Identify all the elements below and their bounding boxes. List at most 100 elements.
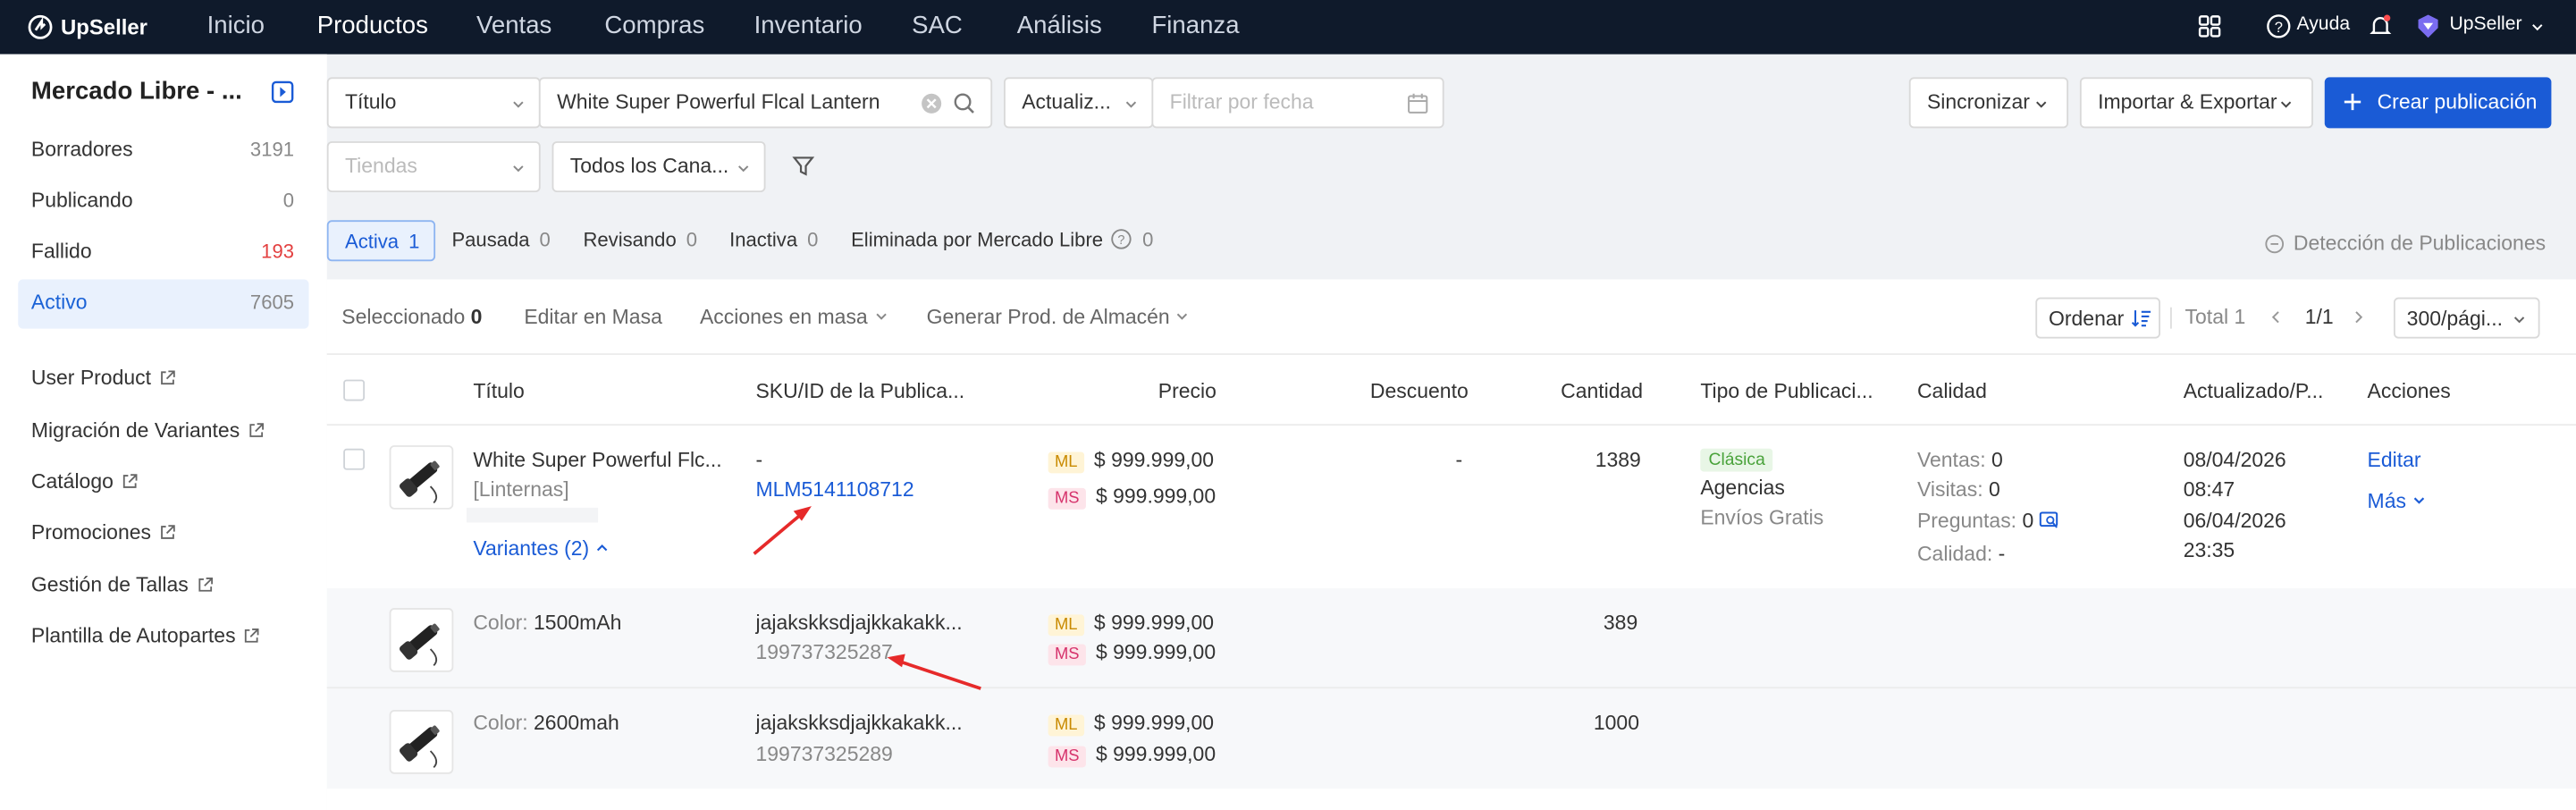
variant-thumbnail[interactable] bbox=[389, 710, 454, 774]
chevron-left-icon[interactable] bbox=[2269, 309, 2284, 325]
chevron-down-icon bbox=[738, 165, 749, 173]
nav-analisis[interactable]: Análisis bbox=[1017, 12, 1102, 39]
variant-attribute: Color: 2600mah bbox=[473, 712, 619, 735]
sidebar-item-fallido[interactable]: Fallido 193 bbox=[18, 228, 308, 277]
listing-detection-label: Detección de Publicaciones bbox=[2293, 232, 2547, 255]
brand-logo[interactable]: UpSeller bbox=[28, 12, 147, 43]
sidebar-link-autopartes[interactable]: Plantilla de Autopartes bbox=[31, 624, 260, 647]
nav-ventas[interactable]: Ventas bbox=[476, 12, 551, 39]
variant-sku: jajakskksdjajkkakakk... bbox=[755, 711, 963, 735]
chevron-right-icon[interactable] bbox=[2351, 309, 2366, 325]
store-select[interactable]: Tiendas bbox=[326, 141, 541, 193]
col-header-title[interactable]: Título bbox=[473, 380, 524, 403]
col-header-price[interactable]: Precio bbox=[1158, 380, 1216, 403]
quality-label: Visitas: bbox=[1916, 477, 1983, 502]
search-input[interactable]: White Super Powerful Flcal Lantern bbox=[538, 77, 993, 129]
chevron-down-icon bbox=[875, 313, 887, 320]
col-header-listing-type[interactable]: Tipo de Publicaci... bbox=[1700, 380, 1873, 403]
tab-eliminada[interactable]: Eliminada por Mercado Libre? 0 bbox=[851, 220, 1153, 261]
sidebar-link-promociones[interactable]: Promociones bbox=[31, 521, 176, 544]
col-header-updated[interactable]: Actualizado/P... bbox=[2184, 380, 2324, 403]
flashlight-image bbox=[400, 460, 440, 504]
page-size-select[interactable]: 300/pági... bbox=[2393, 297, 2540, 339]
col-header-quantity[interactable]: Cantidad bbox=[1561, 380, 1643, 403]
info-question-icon[interactable]: ? bbox=[1111, 228, 1132, 249]
notification-bell-icon[interactable] bbox=[2368, 13, 2394, 39]
date-type-select[interactable]: Actualiz... bbox=[1004, 77, 1154, 129]
variant-thumbnail[interactable] bbox=[389, 608, 454, 672]
sidebar-link-catalogo[interactable]: Catálogo bbox=[31, 470, 139, 493]
sidebar-item-activo[interactable]: Activo 7605 bbox=[18, 279, 309, 329]
help-icon[interactable]: ? bbox=[2266, 13, 2292, 39]
bulk-actions-dropdown[interactable]: Acciones en masa bbox=[700, 306, 888, 329]
variant-attribute-label: Color: bbox=[473, 611, 528, 635]
tab-label: Revisando bbox=[583, 228, 677, 252]
nav-inventario[interactable]: Inventario bbox=[754, 12, 863, 39]
bulk-edit-button[interactable]: Editar en Masa bbox=[524, 306, 662, 329]
total-count: Total 1 bbox=[2185, 305, 2246, 329]
variants-toggle[interactable]: Variantes (2) bbox=[473, 537, 610, 561]
nav-productos[interactable]: Productos bbox=[317, 12, 428, 39]
quality-label: Calidad: bbox=[1916, 542, 1993, 566]
channel-select[interactable]: Todos los Cana... bbox=[551, 141, 766, 193]
edit-button[interactable]: Editar bbox=[2368, 449, 2421, 472]
import-export-button[interactable]: Importar & Exportar bbox=[2079, 77, 2313, 129]
row-checkbox[interactable] bbox=[343, 448, 366, 470]
col-header-sku[interactable]: SKU/ID de la Publica... bbox=[755, 380, 964, 403]
sync-button[interactable]: Sincronizar bbox=[1908, 77, 2069, 129]
create-listing-button[interactable]: Crear publicación bbox=[2324, 77, 2552, 129]
date-filter-input[interactable]: Filtrar por fecha bbox=[1151, 77, 1444, 129]
tab-activa[interactable]: Activa 1 bbox=[326, 220, 436, 262]
listing-mode: Agencias bbox=[1700, 477, 1785, 500]
nav-finanza[interactable]: Finanza bbox=[1151, 12, 1239, 39]
sort-button[interactable]: Ordenar bbox=[2035, 297, 2160, 339]
clear-input-icon[interactable] bbox=[920, 92, 943, 115]
search-icon[interactable] bbox=[953, 92, 976, 115]
quality-score: Calidad: - bbox=[1917, 543, 2005, 566]
price-ml-value: $ 999.999,00 bbox=[1093, 611, 1215, 635]
selected-label: Seleccionado bbox=[341, 305, 466, 329]
generate-warehouse-dropdown[interactable]: Generar Prod. de Almacén bbox=[927, 306, 1191, 329]
bulk-actions-label: Acciones en masa bbox=[699, 305, 868, 329]
search-field-select[interactable]: Título bbox=[326, 77, 541, 129]
tab-revisando[interactable]: Revisando 0 bbox=[583, 220, 697, 261]
sidebar-item-borradores[interactable]: Borradores 3191 bbox=[18, 127, 308, 176]
external-link-icon bbox=[249, 423, 264, 437]
collapse-sidebar-icon[interactable] bbox=[271, 80, 294, 104]
nav-inicio[interactable]: Inicio bbox=[207, 12, 265, 39]
sidebar-item-count: 7605 bbox=[249, 291, 295, 315]
plus-icon bbox=[2344, 93, 2361, 111]
col-header-discount[interactable]: Descuento bbox=[1370, 380, 1469, 403]
chevron-down-icon bbox=[1125, 101, 1137, 108]
sidebar-link-user-product[interactable]: User Product bbox=[31, 367, 176, 390]
user-avatar-icon[interactable] bbox=[2415, 13, 2441, 39]
sidebar-title[interactable]: Mercado Libre - ... bbox=[31, 77, 242, 105]
tab-count: 0 bbox=[686, 228, 698, 252]
sidebar-link-tallas[interactable]: Gestión de Tallas bbox=[31, 573, 213, 596]
listing-detection-link[interactable]: Detección de Publicaciones bbox=[2264, 232, 2546, 255]
chevron-down-icon bbox=[2513, 316, 2525, 324]
variant-price-ms: MS $ 999.999,00 bbox=[1048, 641, 1216, 666]
nav-sac[interactable]: SAC bbox=[912, 12, 963, 39]
help-label[interactable]: Ayuda bbox=[2297, 15, 2351, 35]
ml-tag: ML bbox=[1048, 451, 1084, 474]
variant-quantity: 389 bbox=[1603, 611, 1638, 635]
tab-pausada[interactable]: Pausada 0 bbox=[451, 220, 550, 261]
user-menu-chevron-icon[interactable] bbox=[2530, 20, 2546, 35]
sidebar-item-publicando[interactable]: Publicando 0 bbox=[18, 178, 308, 227]
more-actions-dropdown[interactable]: Más bbox=[2368, 490, 2427, 512]
tab-inactiva[interactable]: Inactiva 0 bbox=[729, 220, 818, 261]
apps-grid-icon[interactable] bbox=[2196, 13, 2222, 39]
col-header-quality[interactable]: Calidad bbox=[1917, 380, 1987, 403]
user-menu-label[interactable]: UpSeller bbox=[2449, 15, 2521, 35]
questions-detail-icon[interactable] bbox=[2040, 511, 2059, 531]
filter-icon[interactable] bbox=[792, 155, 815, 178]
quality-sales: Ventas: 0 bbox=[1917, 449, 2003, 472]
nav-compras[interactable]: Compras bbox=[604, 12, 704, 39]
price-ms-value: $ 999.999,00 bbox=[1095, 742, 1216, 766]
select-all-checkbox[interactable] bbox=[343, 379, 366, 401]
product-thumbnail[interactable] bbox=[389, 445, 454, 510]
sidebar-link-migracion[interactable]: Migración de Variantes bbox=[31, 419, 265, 442]
ms-tag: MS bbox=[1048, 644, 1086, 666]
product-title[interactable]: White Super Powerful Flc... bbox=[473, 449, 721, 472]
